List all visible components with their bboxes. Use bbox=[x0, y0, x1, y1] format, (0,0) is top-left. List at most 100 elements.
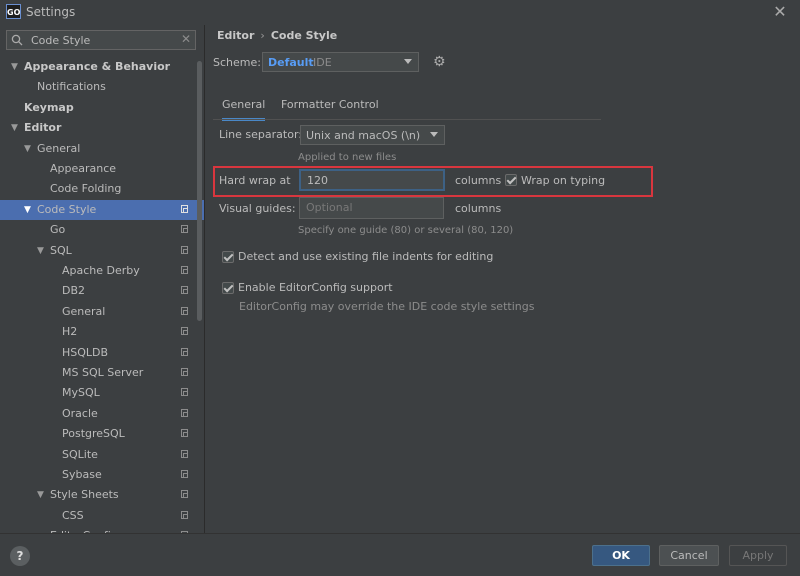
tree-item-label: Sybase bbox=[62, 468, 102, 481]
help-icon[interactable]: ? bbox=[10, 546, 30, 566]
search-value: Code Style bbox=[31, 34, 91, 47]
tree-item-label: MySQL bbox=[62, 386, 100, 400]
tree-item-editor[interactable]: ▼ Editor bbox=[0, 118, 204, 138]
breadcrumb-separator-icon: › bbox=[260, 29, 265, 42]
line-separator-dropdown[interactable]: Unix and macOS (\n) bbox=[300, 125, 445, 145]
tree-item-oracle[interactable]: Oracle bbox=[0, 404, 204, 424]
detect-indents-label[interactable]: Detect and use existing file indents for… bbox=[238, 250, 493, 263]
tab-formatter-control[interactable]: Formatter Control bbox=[281, 96, 379, 118]
cancel-button[interactable]: Cancel bbox=[659, 545, 719, 566]
tree-item-label: EditorConfig bbox=[50, 526, 118, 533]
search-input[interactable]: Code Style ✕ bbox=[6, 30, 196, 50]
tree-item-sybase[interactable]: Sybase bbox=[0, 465, 204, 485]
project-scheme-icon bbox=[181, 490, 188, 499]
tree-item-go[interactable]: Go bbox=[0, 220, 204, 240]
apply-button[interactable]: Apply bbox=[729, 545, 787, 566]
tree-item-hsqldb[interactable]: HSQLDB bbox=[0, 343, 204, 363]
tree-item-postgresql[interactable]: PostgreSQL bbox=[0, 424, 204, 444]
clear-search-icon[interactable]: ✕ bbox=[181, 32, 191, 46]
tree-item-general[interactable]: General bbox=[0, 302, 204, 322]
chevron-down-icon[interactable]: ▼ bbox=[11, 57, 18, 77]
tree-item-label: Appearance bbox=[50, 162, 117, 175]
tree-item-css[interactable]: CSS bbox=[0, 506, 204, 526]
scheme-dropdown[interactable]: Default IDE bbox=[262, 52, 419, 72]
tree-item-label: DB2 bbox=[62, 284, 86, 298]
project-scheme-icon bbox=[181, 225, 188, 234]
title-bar: GO Settings ✕ bbox=[0, 0, 800, 24]
breadcrumb-parent[interactable]: Editor bbox=[217, 29, 254, 42]
tree-item-mysql[interactable]: MySQL bbox=[0, 383, 204, 403]
visual-guides-input[interactable]: Optional bbox=[299, 197, 444, 219]
app-icon: GO bbox=[6, 4, 21, 19]
tree-item-db2[interactable]: DB2 bbox=[0, 281, 204, 301]
scheme-value: Default bbox=[268, 56, 314, 69]
project-scheme-icon bbox=[181, 286, 188, 295]
chevron-down-icon bbox=[430, 132, 438, 137]
tree-item-label: Apache Derby bbox=[62, 264, 140, 277]
chevron-down-icon[interactable]: ▼ bbox=[24, 139, 31, 159]
tree-item-label: Style Sheets bbox=[50, 488, 119, 502]
tree-item-label: PostgreSQL bbox=[62, 427, 125, 441]
chevron-down-icon[interactable]: ▼ bbox=[11, 118, 18, 138]
settings-sidebar: Code Style ✕ ▼ Appearance & Behavior Notif… bbox=[0, 25, 205, 533]
visual-guides-placeholder: Optional bbox=[306, 201, 353, 214]
tab-general[interactable]: General bbox=[222, 96, 266, 121]
tab-divider bbox=[213, 119, 601, 120]
tree-item-general[interactable]: ▼ General bbox=[0, 139, 204, 159]
tree-item-appearance-behavior[interactable]: ▼ Appearance & Behavior bbox=[0, 57, 204, 77]
editorconfig-label[interactable]: Enable EditorConfig support bbox=[238, 281, 393, 294]
editorconfig-checkbox[interactable] bbox=[222, 282, 234, 294]
tree-item-label: Go bbox=[50, 223, 66, 237]
close-icon[interactable]: ✕ bbox=[770, 2, 790, 22]
tree-item-label: Code Style bbox=[37, 202, 97, 216]
tree-item-sqlite[interactable]: SQLite bbox=[0, 445, 204, 465]
tree-item-label: General bbox=[37, 141, 81, 155]
tree-item-label: HSQLDB bbox=[62, 345, 109, 359]
dialog-footer: ? OK Cancel Apply bbox=[0, 533, 800, 576]
project-scheme-icon bbox=[181, 368, 188, 376]
project-scheme-icon bbox=[181, 204, 188, 213]
wrap-on-typing-checkbox[interactable] bbox=[505, 174, 517, 186]
tree-item-ms-sql-server[interactable]: MS SQL Server bbox=[0, 363, 204, 383]
breadcrumb: Editor › Code Style bbox=[217, 29, 337, 42]
tree-item-apache-derby[interactable]: Apache Derby bbox=[0, 261, 204, 281]
tree-item-label: Oracle bbox=[62, 406, 98, 420]
tree-item-label: Editor bbox=[24, 121, 62, 135]
visual-guides-hint: Specify one guide (80) or several (80, 1… bbox=[298, 225, 514, 236]
tree-item-h2[interactable]: H2 bbox=[0, 322, 204, 342]
line-separator-hint: Applied to new files bbox=[298, 152, 397, 163]
tree-item-sql[interactable]: ▼ SQL bbox=[0, 241, 204, 261]
tree-item-notifications[interactable]: Notifications bbox=[0, 77, 204, 97]
wrap-on-typing-label[interactable]: Wrap on typing bbox=[521, 174, 605, 187]
project-scheme-icon bbox=[181, 306, 188, 315]
project-scheme-icon bbox=[181, 245, 188, 254]
project-scheme-icon bbox=[181, 388, 188, 397]
project-scheme-icon bbox=[181, 266, 188, 274]
window-title: Settings bbox=[26, 5, 76, 19]
detect-indents-checkbox[interactable] bbox=[222, 251, 234, 263]
hard-wrap-input[interactable]: 120 bbox=[299, 169, 445, 191]
breadcrumb-current: Code Style bbox=[270, 29, 338, 42]
gear-icon[interactable]: ⚙ bbox=[433, 55, 447, 69]
tree-item-code-style[interactable]: ▼ Code Style bbox=[0, 199, 204, 220]
tree-item-style-sheets[interactable]: ▼ Style Sheets bbox=[0, 485, 204, 505]
scheme-sub: IDE bbox=[313, 56, 332, 69]
chevron-down-icon[interactable]: ▼ bbox=[37, 241, 44, 261]
project-scheme-icon bbox=[181, 470, 188, 478]
tree-item-label: SQLite bbox=[62, 447, 98, 461]
ok-button[interactable]: OK bbox=[592, 545, 650, 566]
hard-wrap-unit: columns bbox=[455, 174, 502, 187]
project-scheme-icon bbox=[181, 347, 188, 356]
tree-item-label: Keymap bbox=[24, 100, 74, 114]
tree-item-editorconfig[interactable]: EditorConfig bbox=[0, 526, 204, 533]
chevron-down-icon[interactable]: ▼ bbox=[37, 485, 44, 505]
project-scheme-icon bbox=[181, 510, 188, 519]
chevron-down-icon[interactable]: ▼ bbox=[24, 200, 31, 220]
tree-item-label: Appearance & Behavior bbox=[24, 60, 171, 73]
scheme-label: Scheme: bbox=[213, 56, 261, 69]
tree-item-keymap[interactable]: Keymap bbox=[0, 98, 204, 118]
tree-item-label: General bbox=[62, 304, 106, 318]
tree-item-code-folding[interactable]: Code Folding bbox=[0, 179, 204, 199]
tree-item-appearance[interactable]: Appearance bbox=[0, 159, 204, 179]
sidebar-scrollbar[interactable] bbox=[197, 61, 202, 321]
